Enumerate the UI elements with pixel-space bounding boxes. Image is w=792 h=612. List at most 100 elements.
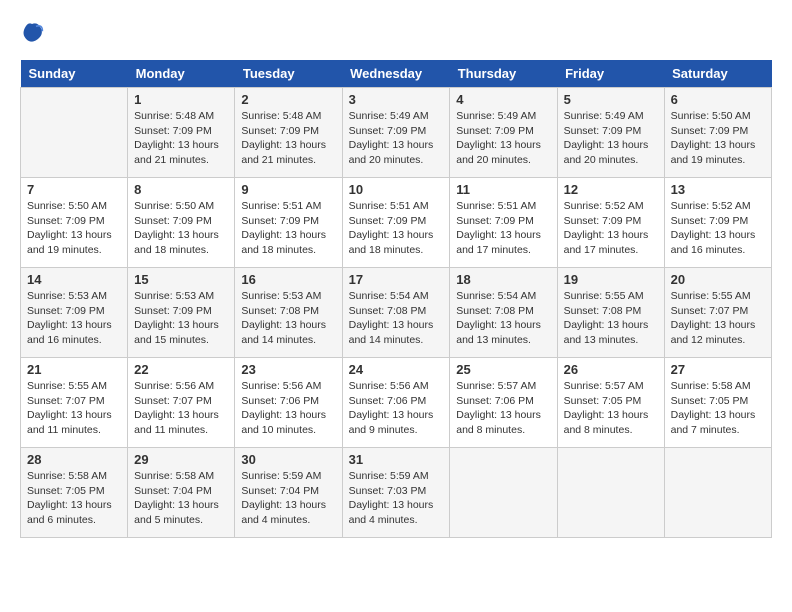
day-info: Sunrise: 5:59 AM Sunset: 7:03 PM Dayligh… xyxy=(349,469,444,528)
day-number: 28 xyxy=(27,452,121,467)
day-number: 12 xyxy=(564,182,658,197)
day-info: Sunrise: 5:51 AM Sunset: 7:09 PM Dayligh… xyxy=(456,199,550,258)
day-number: 5 xyxy=(564,92,658,107)
calendar-cell: 23 Sunrise: 5:56 AM Sunset: 7:06 PM Dayli… xyxy=(235,358,342,448)
calendar-cell: 24Sunrise: 5:56 AM Sunset: 7:06 PM Dayli… xyxy=(342,358,450,448)
column-header-sunday: Sunday xyxy=(21,60,128,88)
day-number: 25 xyxy=(456,362,550,377)
day-number: 16 xyxy=(241,272,335,287)
day-info: Sunrise: 5:54 AM Sunset: 7:08 PM Dayligh… xyxy=(349,289,444,348)
day-info: Sunrise: 5:56 AM Sunset: 7:06 PM Dayligh… xyxy=(241,379,335,438)
day-info: Sunrise: 5:57 AM Sunset: 7:05 PM Dayligh… xyxy=(564,379,658,438)
calendar-cell: 1 Sunrise: 5:48 AM Sunset: 7:09 PM Daylig… xyxy=(128,88,235,178)
calendar-cell: 22Sunrise: 5:56 AM Sunset: 7:07 PM Dayli… xyxy=(128,358,235,448)
day-number: 22 xyxy=(134,362,228,377)
calendar-cell: 30 Sunrise: 5:59 AM Sunset: 7:04 PM Dayli… xyxy=(235,448,342,538)
calendar-cell xyxy=(557,448,664,538)
calendar-cell: 18 Sunrise: 5:54 AM Sunset: 7:08 PM Dayli… xyxy=(450,268,557,358)
calendar-week-row: 7 Sunrise: 5:50 AM Sunset: 7:09 PM Daylig… xyxy=(21,178,772,268)
day-number: 11 xyxy=(456,182,550,197)
day-info: Sunrise: 5:51 AM Sunset: 7:09 PM Dayligh… xyxy=(241,199,335,258)
day-info: Sunrise: 5:54 AM Sunset: 7:08 PM Dayligh… xyxy=(456,289,550,348)
day-info: Sunrise: 5:53 AM Sunset: 7:09 PM Dayligh… xyxy=(27,289,121,348)
calendar-cell: 10 Sunrise: 5:51 AM Sunset: 7:09 PM Dayli… xyxy=(342,178,450,268)
calendar-cell: 27 Sunrise: 5:58 AM Sunset: 7:05 PM Dayli… xyxy=(664,358,771,448)
calendar-cell: 9 Sunrise: 5:51 AM Sunset: 7:09 PM Daylig… xyxy=(235,178,342,268)
calendar-week-row: 21Sunrise: 5:55 AM Sunset: 7:07 PM Dayli… xyxy=(21,358,772,448)
day-number: 27 xyxy=(671,362,765,377)
calendar-cell: 19 Sunrise: 5:55 AM Sunset: 7:08 PM Dayli… xyxy=(557,268,664,358)
day-info: Sunrise: 5:50 AM Sunset: 7:09 PM Dayligh… xyxy=(27,199,121,258)
calendar-cell: 4 Sunrise: 5:49 AM Sunset: 7:09 PM Daylig… xyxy=(450,88,557,178)
calendar-table: SundayMondayTuesdayWednesdayThursdayFrid… xyxy=(20,60,772,538)
calendar-cell xyxy=(21,88,128,178)
column-header-friday: Friday xyxy=(557,60,664,88)
calendar-cell: 29 Sunrise: 5:58 AM Sunset: 7:04 PM Dayli… xyxy=(128,448,235,538)
calendar-cell: 5 Sunrise: 5:49 AM Sunset: 7:09 PM Daylig… xyxy=(557,88,664,178)
day-info: Sunrise: 5:52 AM Sunset: 7:09 PM Dayligh… xyxy=(564,199,658,258)
calendar-week-row: 1 Sunrise: 5:48 AM Sunset: 7:09 PM Daylig… xyxy=(21,88,772,178)
calendar-cell: 14 Sunrise: 5:53 AM Sunset: 7:09 PM Dayli… xyxy=(21,268,128,358)
column-header-tuesday: Tuesday xyxy=(235,60,342,88)
day-number: 10 xyxy=(349,182,444,197)
day-info: Sunrise: 5:58 AM Sunset: 7:04 PM Dayligh… xyxy=(134,469,228,528)
day-number: 9 xyxy=(241,182,335,197)
calendar-cell: 25 Sunrise: 5:57 AM Sunset: 7:06 PM Dayli… xyxy=(450,358,557,448)
logo xyxy=(20,20,48,44)
day-number: 19 xyxy=(564,272,658,287)
calendar-cell: 31 Sunrise: 5:59 AM Sunset: 7:03 PM Dayli… xyxy=(342,448,450,538)
calendar-cell: 3Sunrise: 5:49 AM Sunset: 7:09 PM Daylig… xyxy=(342,88,450,178)
day-number: 30 xyxy=(241,452,335,467)
day-number: 6 xyxy=(671,92,765,107)
calendar-header-row: SundayMondayTuesdayWednesdayThursdayFrid… xyxy=(21,60,772,88)
day-number: 21 xyxy=(27,362,121,377)
day-number: 31 xyxy=(349,452,444,467)
day-info: Sunrise: 5:58 AM Sunset: 7:05 PM Dayligh… xyxy=(27,469,121,528)
day-info: Sunrise: 5:52 AM Sunset: 7:09 PM Dayligh… xyxy=(671,199,765,258)
calendar-cell: 16 Sunrise: 5:53 AM Sunset: 7:08 PM Dayli… xyxy=(235,268,342,358)
day-info: Sunrise: 5:55 AM Sunset: 7:07 PM Dayligh… xyxy=(671,289,765,348)
column-header-saturday: Saturday xyxy=(664,60,771,88)
day-info: Sunrise: 5:53 AM Sunset: 7:08 PM Dayligh… xyxy=(241,289,335,348)
calendar-cell: 7 Sunrise: 5:50 AM Sunset: 7:09 PM Daylig… xyxy=(21,178,128,268)
day-info: Sunrise: 5:49 AM Sunset: 7:09 PM Dayligh… xyxy=(456,109,550,168)
calendar-cell: 13 Sunrise: 5:52 AM Sunset: 7:09 PM Dayli… xyxy=(664,178,771,268)
day-number: 18 xyxy=(456,272,550,287)
day-info: Sunrise: 5:50 AM Sunset: 7:09 PM Dayligh… xyxy=(671,109,765,168)
calendar-cell: 2Sunrise: 5:48 AM Sunset: 7:09 PM Daylig… xyxy=(235,88,342,178)
day-info: Sunrise: 5:49 AM Sunset: 7:09 PM Dayligh… xyxy=(564,109,658,168)
calendar-cell: 26Sunrise: 5:57 AM Sunset: 7:05 PM Dayli… xyxy=(557,358,664,448)
day-info: Sunrise: 5:56 AM Sunset: 7:06 PM Dayligh… xyxy=(349,379,444,438)
column-header-monday: Monday xyxy=(128,60,235,88)
day-info: Sunrise: 5:48 AM Sunset: 7:09 PM Dayligh… xyxy=(134,109,228,168)
calendar-cell: 6 Sunrise: 5:50 AM Sunset: 7:09 PM Daylig… xyxy=(664,88,771,178)
calendar-cell: 15 Sunrise: 5:53 AM Sunset: 7:09 PM Dayli… xyxy=(128,268,235,358)
day-number: 8 xyxy=(134,182,228,197)
calendar-week-row: 28 Sunrise: 5:58 AM Sunset: 7:05 PM Dayli… xyxy=(21,448,772,538)
day-number: 17 xyxy=(349,272,444,287)
calendar-cell: 21Sunrise: 5:55 AM Sunset: 7:07 PM Dayli… xyxy=(21,358,128,448)
day-info: Sunrise: 5:57 AM Sunset: 7:06 PM Dayligh… xyxy=(456,379,550,438)
day-number: 1 xyxy=(134,92,228,107)
logo-icon xyxy=(20,20,44,44)
day-number: 3 xyxy=(349,92,444,107)
day-number: 29 xyxy=(134,452,228,467)
day-number: 23 xyxy=(241,362,335,377)
day-info: Sunrise: 5:48 AM Sunset: 7:09 PM Dayligh… xyxy=(241,109,335,168)
calendar-cell xyxy=(450,448,557,538)
day-number: 7 xyxy=(27,182,121,197)
day-number: 4 xyxy=(456,92,550,107)
day-info: Sunrise: 5:55 AM Sunset: 7:08 PM Dayligh… xyxy=(564,289,658,348)
day-info: Sunrise: 5:58 AM Sunset: 7:05 PM Dayligh… xyxy=(671,379,765,438)
day-info: Sunrise: 5:53 AM Sunset: 7:09 PM Dayligh… xyxy=(134,289,228,348)
calendar-cell: 20 Sunrise: 5:55 AM Sunset: 7:07 PM Dayli… xyxy=(664,268,771,358)
calendar-cell: 12 Sunrise: 5:52 AM Sunset: 7:09 PM Dayli… xyxy=(557,178,664,268)
day-number: 15 xyxy=(134,272,228,287)
day-info: Sunrise: 5:51 AM Sunset: 7:09 PM Dayligh… xyxy=(349,199,444,258)
day-info: Sunrise: 5:59 AM Sunset: 7:04 PM Dayligh… xyxy=(241,469,335,528)
day-number: 20 xyxy=(671,272,765,287)
day-number: 14 xyxy=(27,272,121,287)
calendar-cell: 8Sunrise: 5:50 AM Sunset: 7:09 PM Daylig… xyxy=(128,178,235,268)
day-number: 13 xyxy=(671,182,765,197)
calendar-cell: 28 Sunrise: 5:58 AM Sunset: 7:05 PM Dayli… xyxy=(21,448,128,538)
